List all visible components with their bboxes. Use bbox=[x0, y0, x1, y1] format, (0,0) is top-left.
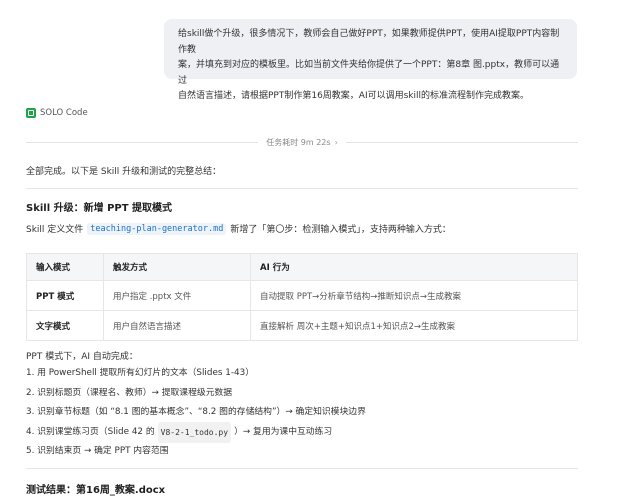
table-header: 触发方式 bbox=[103, 253, 251, 281]
input-mode-table: 输入模式 触发方式 AI 行为 PPT 模式 用户指定 .pptx 文件 自动提… bbox=[26, 253, 578, 341]
user-message-bubble: 给skill做个升级，很多情况下，教师会自己做好PPT，如果教师提供PPT，使用… bbox=[164, 19, 577, 101]
list-item: 2. 识别标题页（课程名、教师）→ 提取课程级元数据 bbox=[26, 387, 233, 398]
table-cell: 直接解析 周次+主题+知识点1+知识点2→生成教案 bbox=[250, 310, 578, 341]
table-header: AI 行为 bbox=[250, 253, 578, 281]
user-message-line: 案，并填充到对应的模板里。比如当前文件夹给你提供了一个PPT：第8章 图.ppt… bbox=[178, 60, 560, 86]
section-divider bbox=[26, 468, 578, 469]
inline-code: V8-2-1_todo.py bbox=[157, 421, 232, 443]
table-cell: PPT 模式 bbox=[26, 280, 104, 311]
list-item: 1. 用 PowerShell 提取所有幻灯片的文本（Slides 1-43） bbox=[26, 368, 255, 378]
steps-list: 1. 用 PowerShell 提取所有幻灯片的文本（Slides 1-43） … bbox=[26, 364, 366, 462]
list-item-text: 4. 识别课堂练习页（Slide 42 的 bbox=[26, 426, 155, 437]
table-cell: 用户自然语言描述 bbox=[103, 310, 251, 341]
divider-line-left bbox=[26, 142, 259, 143]
solo-code-icon bbox=[26, 108, 36, 118]
list-item: 4. 识别课堂练习页（Slide 42 的 V8-2-1_todo.py ）→ … bbox=[26, 421, 366, 443]
list-item: 5. 识别结束页 → 确定 PPT 内容范围 bbox=[26, 446, 169, 456]
file-code-link[interactable]: teaching-plan-generator.md bbox=[87, 222, 227, 235]
list-item: 3. 识别章节标题（如 “8.1 图的基本概念”、“8.2 图的存储结构”）→ … bbox=[26, 407, 366, 417]
agent-header: SOLO Code bbox=[26, 108, 88, 118]
summary-text: 全部完成。以下是 Skill 升级和测试的完整总结： bbox=[26, 167, 222, 177]
table-row: PPT 模式 用户指定 .pptx 文件 自动提取 PPT→分析章节结构→推断知… bbox=[26, 280, 578, 311]
task-time-divider: 任务耗时 9m 22s › bbox=[26, 137, 578, 148]
divider-line-right bbox=[345, 142, 578, 143]
table-cell: 文字模式 bbox=[26, 310, 104, 341]
section-heading-test-result: 测试结果：第16周_教案.docx bbox=[26, 485, 166, 496]
user-message-line: 给skill做个升级，很多情况下，教师会自己做好PPT，如果教师提供PPT，使用… bbox=[178, 29, 560, 55]
skill-description-suffix: 新增了「第〇步：检测输入模式」，支持两种输入方式： bbox=[230, 225, 451, 235]
user-message-line: 自然语言描述，请根据PPT制作第16周教案，AI可以调用skill的标准流程制作… bbox=[178, 91, 530, 101]
skill-description: Skill 定义文件 teaching-plan-generator.md 新增… bbox=[26, 222, 451, 235]
list-item-text: ）→ 复用为课中互动练习 bbox=[234, 426, 333, 437]
skill-description-prefix: Skill 定义文件 bbox=[26, 225, 84, 235]
table-cell: 用户指定 .pptx 文件 bbox=[103, 280, 251, 311]
table-header-row: 输入模式 触发方式 AI 行为 bbox=[26, 253, 578, 281]
chevron-right-icon: › bbox=[334, 138, 338, 147]
table-row: 文字模式 用户自然语言描述 直接解析 周次+主题+知识点1+知识点2→生成教案 bbox=[26, 310, 578, 341]
task-time-label: 任务耗时 9m 22s bbox=[266, 138, 331, 147]
table-header: 输入模式 bbox=[26, 253, 104, 281]
task-time-toggle[interactable]: 任务耗时 9m 22s › bbox=[258, 137, 346, 148]
section-heading-skill-upgrade: Skill 升级：新增 PPT 提取模式 bbox=[26, 203, 173, 214]
section-divider bbox=[26, 188, 578, 189]
agent-name: SOLO Code bbox=[40, 108, 88, 118]
ppt-mode-intro: PPT 模式下，AI 自动完成： bbox=[26, 352, 138, 362]
table-cell: 自动提取 PPT→分析章节结构→推断知识点→生成教案 bbox=[250, 280, 578, 311]
